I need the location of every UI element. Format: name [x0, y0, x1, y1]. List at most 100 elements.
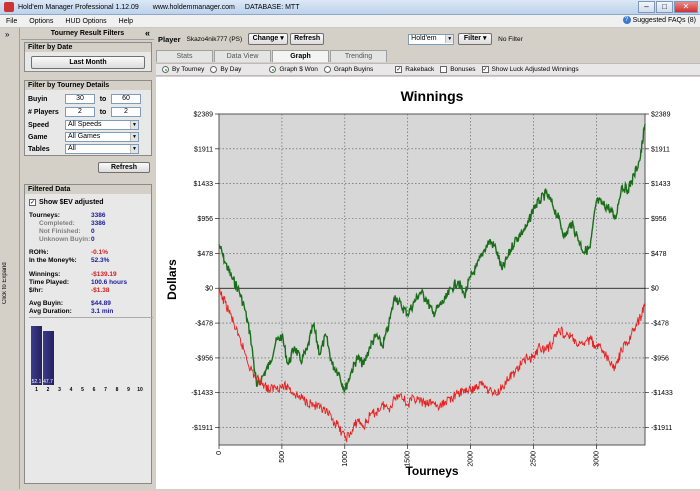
y-tick-label-right: -$478 — [651, 321, 669, 328]
y-tick-label-right: -$956 — [651, 355, 669, 362]
stat-unknown-buyin: Unknown Buyin: — [39, 236, 91, 243]
place-bar-label: 47.7 — [43, 379, 53, 385]
place-bar-label: 52.1 — [31, 379, 42, 385]
winnings-chart: Winnings Tourneys Dollars $2389 $2389 $1911 $1… — [165, 88, 673, 478]
tab-stats[interactable]: Stats — [156, 50, 213, 62]
luck-adjusted-checkbox[interactable]: ✓ Show Luck Adjusted Winnings — [481, 66, 579, 73]
filters-header: Tourney Result Filters « — [21, 28, 154, 40]
graph-buyins-radio[interactable]: Graph Buyins — [323, 66, 373, 73]
stat-winnings-value: -$139.19 — [91, 271, 117, 278]
place-bar: 47.7 — [42, 331, 54, 385]
stat-avg-buyin-value: $44.89 — [91, 300, 111, 307]
tables-label: Tables — [28, 145, 50, 153]
close-button[interactable]: ✕ — [674, 1, 698, 13]
y-tick-label-right: $1911 — [651, 146, 670, 153]
graph-won-radio[interactable]: Graph $ Won — [269, 66, 318, 73]
y-tick-label-right: $2389 — [651, 112, 671, 119]
place-tick-label: 9 — [127, 387, 130, 393]
stat-roi-value: -0.1% — [91, 249, 108, 256]
graph-options-bar: By Tourney By Day Graph $ Won Graph Buyi… — [156, 63, 700, 76]
y-tick-label-right: $0 — [651, 286, 659, 293]
stat-unknown-buyin-value: 0 — [91, 236, 95, 243]
collapsed-side-strip: » Click to Expand — [0, 28, 20, 489]
tables-select[interactable]: All ▼ — [65, 144, 139, 154]
app-logo-icon — [4, 2, 14, 12]
stat-completed-value: 3386 — [91, 220, 106, 227]
y-tick-label-right: -$1911 — [651, 425, 672, 432]
chevron-down-icon: ▼ — [130, 133, 138, 141]
y-tick-label-left: -$478 — [195, 321, 213, 328]
y-tick-label-left: -$1433 — [191, 390, 213, 397]
filters-refresh-button[interactable]: Refresh — [98, 162, 150, 173]
y-tick-label-left: $2389 — [194, 112, 214, 119]
game-type-select[interactable]: Hold'em ▼ — [408, 33, 455, 45]
luck-point — [644, 306, 646, 307]
help-icon: ? — [622, 16, 631, 24]
buyin-min-input[interactable]: 30 — [65, 94, 95, 104]
players-min-input[interactable]: 2 — [65, 107, 95, 117]
game-select[interactable]: All Games ▼ — [65, 132, 139, 142]
view-tabs: Stats Data View Graph Trending — [156, 50, 696, 62]
stat-itm: In the Money%: — [29, 257, 77, 264]
place-tick-label: 7 — [104, 387, 107, 393]
game-label: Game — [28, 133, 48, 141]
no-filter-label: No Filter — [498, 35, 523, 43]
title-bar: Hold'em Manager Professional 1.12.09 www… — [0, 0, 700, 15]
chart-title: Winnings — [401, 88, 464, 104]
player-toolbar: Player Skazo4nik777 (PS) Change ▾ Refres… — [156, 31, 700, 47]
tab-trending[interactable]: Trending — [330, 50, 387, 62]
y-axis-label: Dollars — [165, 259, 179, 300]
menu-file[interactable]: File — [0, 18, 23, 25]
y-tick-label-left: $1433 — [194, 181, 214, 188]
bonuses-checkbox[interactable]: Bonuses — [440, 66, 476, 73]
tourney-details-title: Filter by Tourney Details — [25, 81, 151, 90]
rakeback-checkbox[interactable]: ✓ Rakeback — [395, 66, 434, 73]
player-refresh-button[interactable]: Refresh — [290, 33, 325, 45]
x-tick-label: 0 — [216, 451, 223, 455]
expand-arrow-icon[interactable]: » — [5, 30, 9, 39]
show-ev-checkbox[interactable]: ✓ — [29, 199, 36, 206]
filtered-data-box: Filtered Data ✓ Show $EV adjusted Tourne… — [24, 184, 153, 484]
stat-tourneys-value: 3386 — [91, 212, 106, 219]
change-player-button[interactable]: Change ▾ — [248, 33, 289, 45]
window-title: Hold'em Manager Professional 1.12.09 — [18, 3, 139, 11]
buyin-max-input[interactable]: 60 — [111, 94, 141, 104]
y-tick-label-right: $1433 — [651, 181, 671, 188]
speed-select[interactable]: All Speeds ▼ — [65, 120, 139, 130]
stat-not-finished-value: 0 — [91, 228, 95, 235]
x-tick-label: 1500 — [405, 451, 412, 467]
winnings-graph-area: Winnings Tourneys Dollars $2389 $2389 $1911 $1… — [156, 77, 700, 489]
minimize-button[interactable]: – — [638, 1, 655, 13]
stat-avg-duration: Avg Duration: — [29, 308, 72, 315]
maximize-button[interactable]: □ — [656, 1, 673, 13]
players-max-input[interactable]: 2 — [111, 107, 141, 117]
menu-hud-options[interactable]: HUD Options — [59, 18, 112, 25]
by-day-radio[interactable]: By Day — [210, 66, 241, 73]
last-month-button[interactable]: Last Month — [31, 56, 145, 69]
by-tourney-radio[interactable]: By Tourney — [162, 66, 204, 73]
window-database: DATABASE: MTT — [244, 3, 300, 11]
suggested-faqs-link[interactable]: ? Suggested FAQs (8) — [622, 16, 696, 24]
stat-roi: ROI%: — [29, 249, 49, 256]
filter-by-date-box: Filter by Date Last Month — [24, 42, 152, 72]
stat-dollars-per-hour-value: -$1.38 — [91, 287, 110, 294]
stat-winnings: Winnings: — [29, 271, 61, 278]
stat-not-finished: Not Finished: — [39, 228, 81, 235]
filter-button[interactable]: Filter ▾ — [458, 33, 493, 45]
main-panel: Player Skazo4nik777 (PS) Change ▾ Refres… — [156, 28, 700, 489]
click-to-expand[interactable]: Click to Expand — [2, 248, 16, 318]
menu-options[interactable]: Options — [23, 18, 59, 25]
stat-avg-duration-value: 3.1 min — [91, 308, 114, 315]
menu-help[interactable]: Help — [113, 18, 139, 25]
place-tick-label: 6 — [92, 387, 96, 393]
y-tick-label-left: $956 — [197, 216, 213, 223]
x-tick-label: 500 — [279, 451, 286, 463]
collapse-icon[interactable]: « — [145, 28, 150, 38]
place-tick-label: 5 — [81, 387, 84, 393]
place-tick-label: 1 — [35, 387, 38, 393]
stat-itm-value: 52.3% — [91, 257, 110, 264]
tab-data-view[interactable]: Data View — [214, 50, 271, 62]
tab-graph[interactable]: Graph — [272, 50, 329, 62]
y-tick-label-right: $956 — [651, 216, 667, 223]
tourney-result-filters-panel: Tourney Result Filters « Filter by Date … — [21, 28, 154, 489]
